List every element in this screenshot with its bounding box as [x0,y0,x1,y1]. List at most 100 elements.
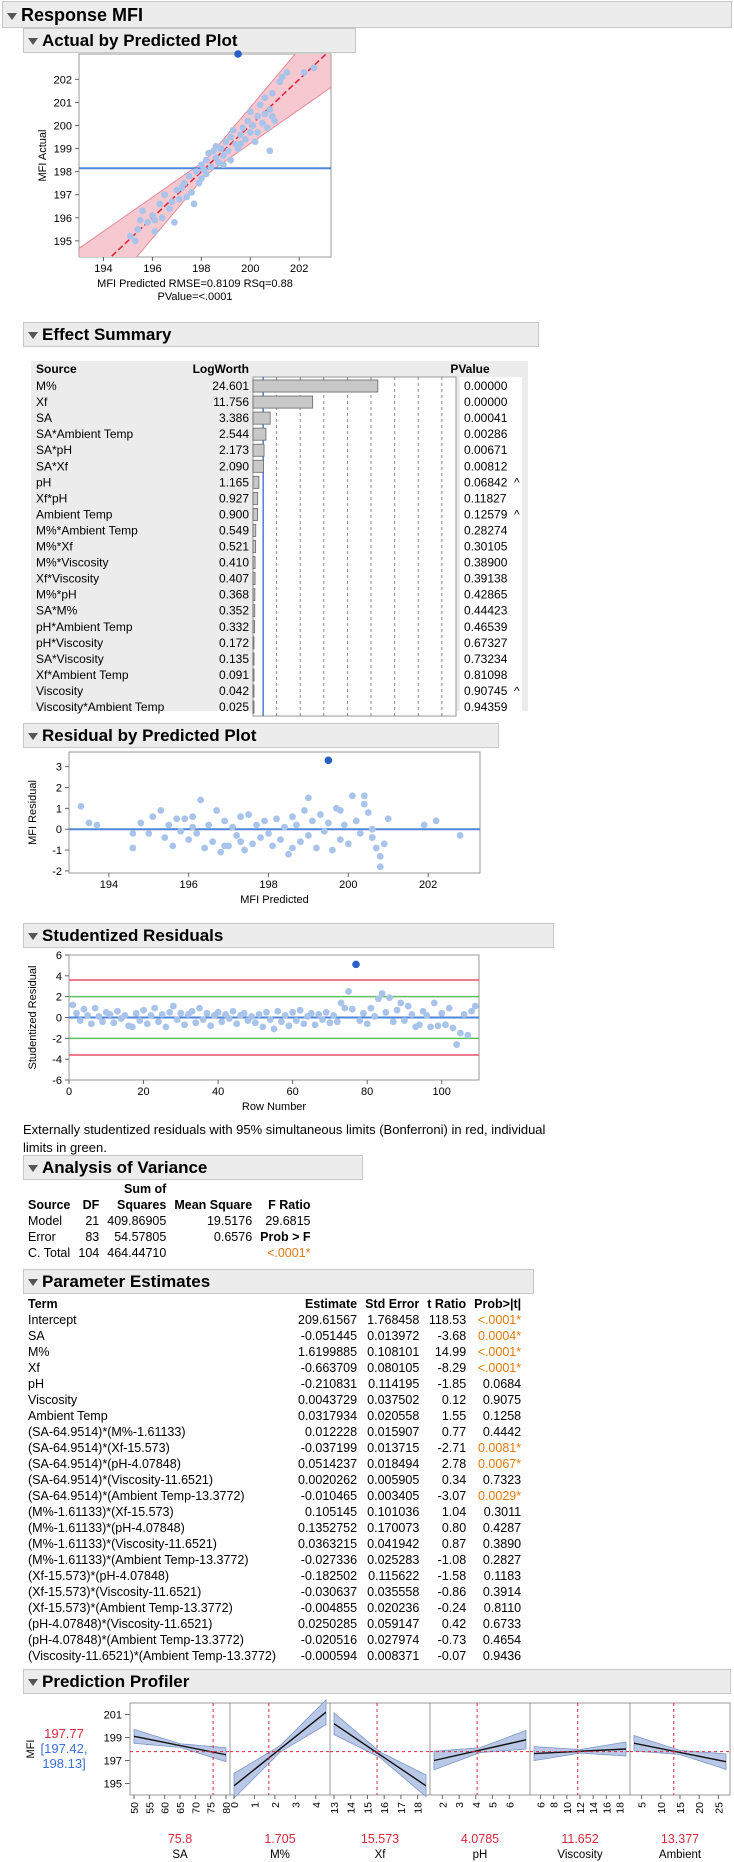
data-point [93,821,101,829]
profiler-cell: 13 14 15 16 17 18 15.573 Xf [329,1702,431,1861]
effect-summary-header[interactable]: Effect Summary [23,322,539,347]
collapse-triangle-icon[interactable] [28,733,38,741]
logworth-bar [252,379,379,393]
x-tick-label: 202 [290,263,308,275]
y-tick-label: 197 [54,190,72,202]
param-row: (pH-4.07848)*(Viscosity-11.6521) 0.025028… [24,1616,525,1632]
y-tick-label: 2 [56,992,62,1004]
collapse-triangle-icon[interactable] [28,38,38,46]
data-point [221,817,229,825]
profiler-current-value: 75.8 [168,1832,192,1846]
effect-pvalue: 0.11827 [464,491,507,505]
studentized-residuals-header[interactable]: Studentized Residuals [23,923,554,948]
effect-source: SA [36,411,52,425]
logworth-bar [252,411,271,425]
x-tick-label: 196 [143,263,161,275]
report-title-bar[interactable]: Response MFI [2,1,732,28]
anova-source: Error [28,1230,56,1244]
param-term: (SA-64.9514)*(M%-1.61133) [28,1425,186,1439]
x-tick-label: 2 [437,1802,449,1808]
collapse-triangle-icon[interactable] [28,332,38,340]
data-point [285,850,292,858]
collapse-triangle-icon[interactable] [28,1279,38,1287]
collapse-triangle-icon[interactable] [28,1165,38,1173]
data-point [233,832,240,839]
data-point [137,819,145,827]
x-tick-label: 5 [488,1802,500,1808]
data-point [360,800,368,808]
data-point [227,133,235,141]
prediction-profiler-header[interactable]: Prediction Profiler [23,1669,731,1694]
data-point [380,840,388,848]
param-stderr: 0.035558 [367,1585,420,1599]
data-point [205,821,213,829]
effect-pvalue: 0.46539 [464,620,508,634]
data-point [456,832,464,839]
data-point [166,1008,174,1016]
collapse-triangle-icon[interactable] [28,933,38,941]
param-row: Xf -0.663709 0.080105 -8.29 <.0001* [24,1360,525,1376]
data-point [322,1008,330,1016]
residual-by-predicted-header[interactable]: Residual by Predicted Plot [23,723,499,748]
param-row: Intercept 209.61567 1.768458 118.53 <.0001* [24,1312,525,1328]
data-point [145,829,153,837]
data-point [289,844,296,852]
effect-source: M%*Ambient Temp [36,523,138,537]
data-point [352,817,360,825]
param-estimate: 0.012228 [304,1425,358,1439]
actual-by-predicted-header[interactable]: Actual by Predicted Plot [23,28,356,53]
logworth-bar [252,652,255,666]
effect-pvalue: 0.00286 [464,427,508,441]
data-point [175,195,183,203]
data-point [237,813,244,821]
data-point [185,836,193,844]
collapse-triangle-icon[interactable] [28,1679,38,1687]
effect-pvalue: 0.73234 [464,652,508,666]
param-tratio: -8.29 [437,1361,467,1375]
prediction-profiler-chart: MFI197.77[197.42,198.13]19519719920150 55… [25,1698,731,1861]
parameter-estimates-header[interactable]: Parameter Estimates [23,1269,534,1294]
effect-logworth: 24.601 [212,379,249,393]
param-prob: 0.7323 [482,1473,522,1487]
effect-logworth: 0.521 [219,540,249,554]
x-tick-label: 200 [241,263,259,275]
effect-pvalue: 0.39138 [464,572,508,586]
actual-by-predicted-chart: 194 196 198 200 202 195 196 197 198 199 200 201 202 M… [37,50,332,303]
param-stderr: 0.080105 [367,1361,420,1375]
param-estimate: 0.0363215 [298,1537,358,1551]
data-point [336,807,344,814]
y-tick-label: 195 [104,1779,122,1791]
effect-source: SA*Ambient Temp [36,427,133,441]
y-tick-label: 201 [54,97,72,109]
collapse-triangle-icon[interactable] [7,12,17,20]
data-point [165,821,173,829]
anova-col-ss: Squares [117,1198,167,1212]
effect-source: SA*pH [36,443,72,457]
profiler-cell: 2 3 4 5 6 4.0785 pH [429,1702,531,1861]
data-point [368,825,376,833]
anova-col-ss-top: Sum of [123,1182,167,1196]
data-point [246,108,254,116]
data-point [185,172,193,180]
effect-logworth: 0.025 [219,700,249,714]
anova-header[interactable]: Analysis of Variance [23,1155,363,1180]
data-point [241,846,248,854]
report-title: Response MFI [21,5,144,25]
x-tick-label: 4 [471,1802,483,1808]
data-point [269,842,276,850]
data-point [87,1020,95,1028]
param-row: (M%-1.61133)*(Viscosity-11.6521) 0.036321… [24,1536,525,1552]
param-col-term: Term [28,1297,58,1311]
anova-row: Model 21 409.86905 19.5176 29.6815 [24,1213,315,1229]
data-point [219,161,227,169]
data-point [129,844,137,852]
x-tick-label: 14 [588,1802,600,1814]
effect-pvalue: 0.67327 [464,636,508,650]
y-tick-label: 201 [104,1710,122,1722]
param-prob: 0.4287 [482,1521,522,1535]
data-point [423,1012,431,1019]
param-row: Ambient Temp 0.0317934 0.020558 1.55 0.1258 [24,1408,525,1424]
effect-logworth: 0.410 [219,556,249,570]
x-tick-label: 55 [144,1802,156,1814]
param-prob: 0.4442 [482,1425,522,1439]
